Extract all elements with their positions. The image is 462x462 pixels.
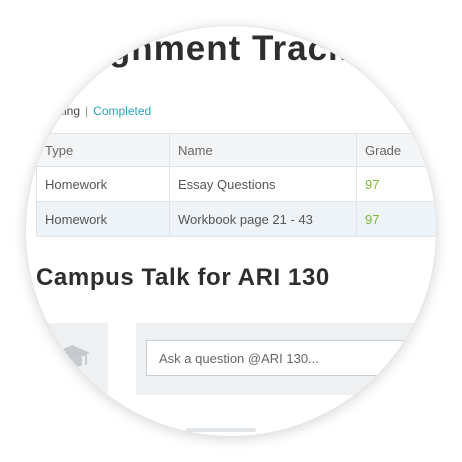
filter-upcoming-link[interactable]: Upcoming	[26, 104, 80, 118]
cell-type: Homework	[36, 166, 170, 202]
table-row[interactable]: Homework Essay Questions 97	[36, 166, 436, 202]
assignment-filters: Upcoming | Completed	[26, 104, 151, 118]
bottom-divider	[186, 428, 256, 432]
filter-completed-link[interactable]: Completed	[93, 104, 151, 118]
table-row[interactable]: Homework Workbook page 21 - 43 97	[36, 201, 436, 237]
assignment-table: Type Name Grade Homework Essay Questions…	[36, 133, 436, 237]
magnifier-lens: Assignment Tracker Upcoming | Completed Ty…	[26, 26, 436, 436]
column-header-type[interactable]: Type	[36, 133, 170, 167]
cell-name[interactable]: Workbook page 21 - 43	[169, 201, 357, 237]
campus-talk-title: Campus Talk for ARI 130	[36, 264, 330, 291]
cell-type: Homework	[36, 201, 170, 237]
filter-separator: |	[85, 104, 89, 118]
graduation-cap-icon	[54, 345, 90, 368]
ask-question-input[interactable]	[146, 340, 406, 376]
page-title: Assignment Tracker	[31, 29, 384, 68]
cell-grade: 97	[356, 201, 436, 237]
cell-grade: 97	[356, 166, 436, 202]
page-content: Assignment Tracker Upcoming | Completed Ty…	[26, 26, 436, 436]
column-header-name[interactable]: Name	[169, 133, 357, 167]
column-header-grade[interactable]: Grade	[356, 133, 436, 167]
cell-name[interactable]: Essay Questions	[169, 166, 357, 202]
ask-question-panel	[136, 323, 436, 395]
table-header-row: Type Name Grade	[36, 133, 436, 167]
avatar	[36, 323, 108, 395]
